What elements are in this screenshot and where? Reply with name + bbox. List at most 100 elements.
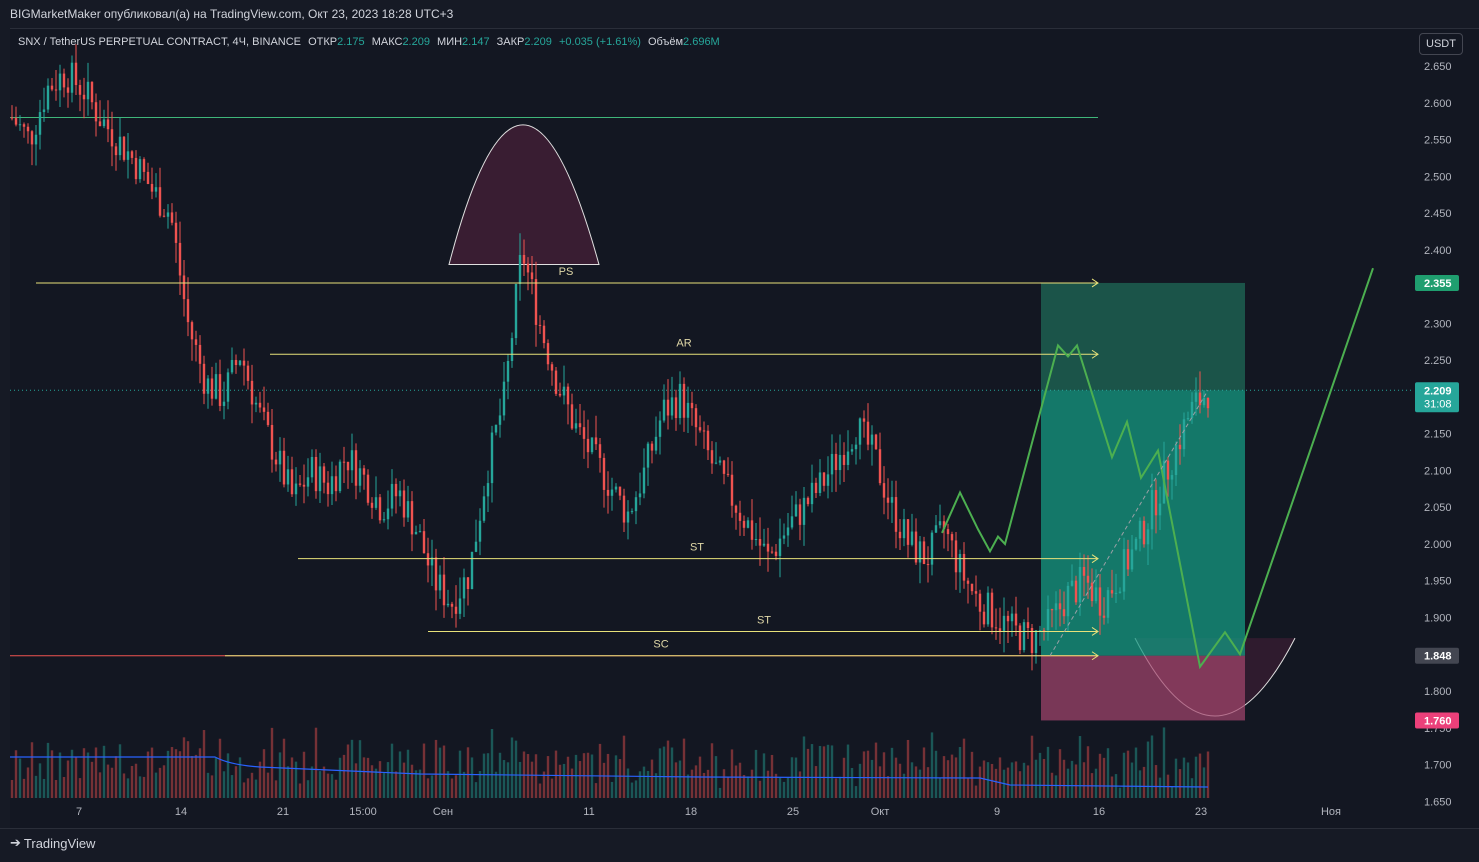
x-tick-label: Окт xyxy=(871,806,890,818)
candle-body xyxy=(306,477,310,487)
candle-body xyxy=(830,453,834,475)
volume-bar xyxy=(470,757,474,798)
volume-bar xyxy=(938,777,942,798)
candle-body xyxy=(438,574,442,591)
volume-bar xyxy=(958,747,962,798)
volume-bar xyxy=(202,730,206,798)
candle-body xyxy=(530,272,534,280)
volume-bar xyxy=(818,745,822,798)
candle-body xyxy=(534,279,538,325)
volume-bar xyxy=(718,787,722,798)
candle-body xyxy=(486,483,490,497)
candle-body xyxy=(754,539,758,541)
volume-bar xyxy=(918,769,922,798)
volume-bar xyxy=(1074,764,1078,798)
candle-body xyxy=(1206,397,1210,409)
volume-bar xyxy=(1042,758,1046,798)
volume-bar xyxy=(1178,769,1182,798)
volume-bar xyxy=(734,765,738,798)
volume-bar xyxy=(994,768,998,798)
candle-body xyxy=(1178,444,1182,450)
candle-body xyxy=(1062,609,1066,617)
volume-bar xyxy=(658,748,662,798)
y-tick-label: 2.650 xyxy=(1424,61,1452,73)
candle-body xyxy=(158,187,162,216)
candle-body xyxy=(206,378,210,394)
volume-bar xyxy=(334,779,338,798)
candle-body xyxy=(1142,520,1146,545)
candle-body xyxy=(674,397,678,419)
candle-body xyxy=(114,146,118,156)
volume-bar xyxy=(1126,750,1130,798)
volume-bar xyxy=(318,771,322,798)
volume-bar xyxy=(178,751,182,798)
candle-body xyxy=(474,541,478,552)
candle-body xyxy=(650,443,654,451)
volume-bar xyxy=(554,750,558,798)
candle-body xyxy=(450,603,454,607)
volume-bar xyxy=(182,737,186,798)
volume-bar xyxy=(322,766,326,798)
price-unit-button[interactable]: USDT xyxy=(1419,33,1463,55)
candle-body xyxy=(886,497,890,503)
volume-bar xyxy=(682,738,686,798)
price-chart[interactable]: 2.6502.6002.5502.5002.4502.4002.3502.300… xyxy=(0,0,1479,861)
candle-body xyxy=(806,497,810,505)
x-tick-label: Ноя xyxy=(1321,806,1341,818)
candle-body xyxy=(314,457,318,492)
candle-body xyxy=(742,520,746,528)
volume-bar xyxy=(810,744,814,798)
volume-bar xyxy=(114,756,118,798)
candle-body xyxy=(914,531,918,563)
volume-bar xyxy=(562,763,566,798)
candle-body xyxy=(982,611,986,625)
candle-body xyxy=(706,430,710,451)
volume-bar xyxy=(722,769,726,798)
candle-body xyxy=(326,482,330,495)
candle-body xyxy=(50,85,54,90)
volume-bar xyxy=(530,761,534,798)
candle-body xyxy=(578,423,582,428)
volume-bar xyxy=(150,747,154,798)
candle-body xyxy=(210,378,214,399)
candle-body xyxy=(766,543,770,552)
volume-bar xyxy=(410,764,414,798)
candle-body xyxy=(446,603,450,606)
volume-bar xyxy=(630,782,634,798)
volume-bar xyxy=(214,757,218,798)
candle-body xyxy=(502,381,506,416)
candle-body xyxy=(510,338,514,362)
candle-body xyxy=(482,496,486,521)
volume-bar xyxy=(370,765,374,798)
candle-body xyxy=(1170,475,1174,480)
candle-body xyxy=(1094,587,1098,602)
volume-bar xyxy=(878,766,882,798)
candle-body xyxy=(86,81,90,100)
candle-body xyxy=(574,423,578,429)
candle-body xyxy=(514,283,518,339)
open-label: ОТКР xyxy=(308,36,338,48)
volume-bar xyxy=(858,763,862,798)
tradingview-logo[interactable]: ➔ TradingView xyxy=(10,835,95,851)
candle-body xyxy=(682,383,686,418)
volume-bar xyxy=(602,762,606,798)
volume-bar xyxy=(566,756,570,798)
volume-bar xyxy=(882,752,886,798)
change-value: +0.035 (+1.61%) xyxy=(558,36,641,48)
candle-body xyxy=(1110,590,1114,594)
volume-bar xyxy=(890,747,894,798)
candle-body xyxy=(722,460,726,474)
price-label-text: 1.848 xyxy=(1424,651,1452,663)
volume-bar xyxy=(26,767,30,798)
volume-bar xyxy=(798,771,802,798)
candle-body xyxy=(286,469,290,485)
candle-body xyxy=(1118,591,1122,593)
candle-body xyxy=(166,212,170,217)
candle-body xyxy=(606,489,610,496)
volume-bar xyxy=(866,750,870,798)
candle-body xyxy=(882,483,886,498)
candle-body xyxy=(778,538,782,556)
volume-bar xyxy=(82,748,86,798)
candle-body xyxy=(246,365,250,381)
y-tick-label: 2.250 xyxy=(1424,355,1452,367)
